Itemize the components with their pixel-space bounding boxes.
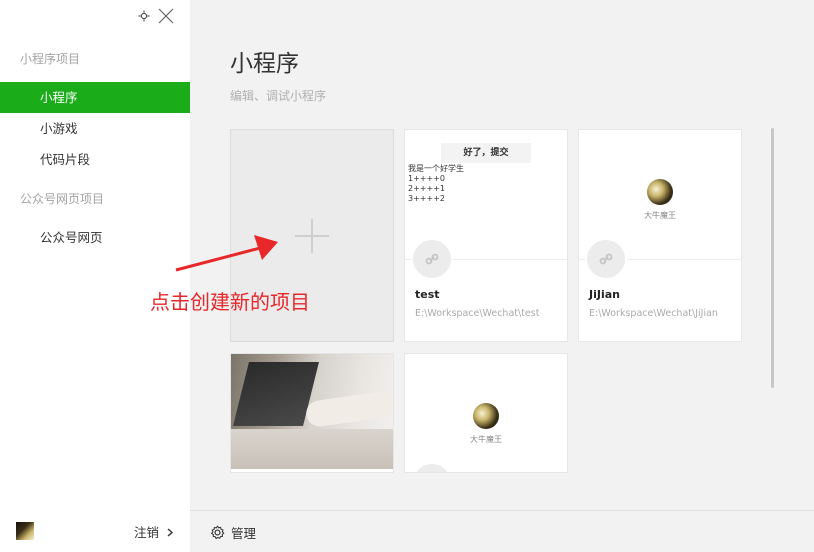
manage-button[interactable]: 管理 [210, 523, 256, 542]
sidebar: 小程序项目 小程序 小游戏 代码片段 公众号网页项目 公众号网页 注销 [0, 0, 190, 552]
sidebar-item-miniprogram[interactable]: 小程序 [0, 82, 190, 113]
annotation-text: 点击创建新的项目 [150, 290, 310, 314]
project-path: E:\Workspace\Wechat\JiJian [589, 308, 718, 319]
thumb-avatar [473, 403, 499, 429]
project-card-jijian[interactable]: 大牛魔王 JiJian E:\Workspace\Wechat\JiJian [578, 129, 742, 342]
close-icon[interactable] [158, 8, 174, 24]
gear-icon [211, 525, 225, 540]
project-card-avatar[interactable]: 大牛魔王 [404, 353, 568, 473]
manage-label: 管理 [231, 526, 257, 541]
section-title-miniprogram: 小程序项目 [20, 52, 81, 66]
thumb-label: 大牛魔王 [644, 211, 676, 220]
thumb-line: 3++++2 [408, 194, 445, 203]
annotation-arrow [175, 235, 278, 272]
miniprogram-link-icon [585, 238, 627, 280]
project-card-test[interactable]: 好了，提交 我是一个好学生 1++++0 2++++1 3++++2 test … [404, 129, 568, 342]
thumb-line: 1++++0 [408, 174, 445, 183]
project-thumbnail-photo [231, 354, 393, 469]
sidebar-item-minigame[interactable]: 小游戏 [0, 113, 190, 144]
project-path: E:\Workspace\Wechat\test [415, 308, 540, 319]
project-name: JiJian [589, 288, 620, 301]
page-title: 小程序 [230, 51, 299, 77]
thumb-line: 我是一个好学生 [408, 164, 464, 173]
sidebar-footer: 注销 [0, 510, 190, 552]
section-title-official-account: 公众号网页项目 [20, 192, 105, 206]
thumb-line: 2++++1 [408, 184, 445, 193]
project-thumbnail: 大牛魔王 [405, 354, 567, 472]
thumb-avatar [647, 179, 673, 205]
avatar[interactable] [16, 522, 34, 540]
bottom-bar: 管理 [190, 510, 814, 552]
window-controls [138, 8, 174, 24]
miniprogram-link-icon [411, 238, 453, 280]
project-name: test [415, 288, 440, 301]
scrollbar[interactable] [771, 128, 774, 388]
project-card-photo[interactable] [230, 353, 394, 473]
thumb-submit-label: 好了，提交 [441, 143, 531, 163]
logout-button[interactable]: 注销 [134, 522, 174, 541]
logout-label: 注销 [134, 525, 160, 540]
sidebar-item-official-webpage[interactable]: 公众号网页 [0, 222, 190, 253]
chevron-right-icon [167, 528, 174, 537]
page-subtitle: 编辑、调试小程序 [230, 89, 327, 103]
sidebar-item-code-snippet[interactable]: 代码片段 [0, 144, 190, 175]
gear-icon[interactable] [138, 10, 150, 22]
thumb-label: 大牛魔王 [470, 435, 502, 444]
